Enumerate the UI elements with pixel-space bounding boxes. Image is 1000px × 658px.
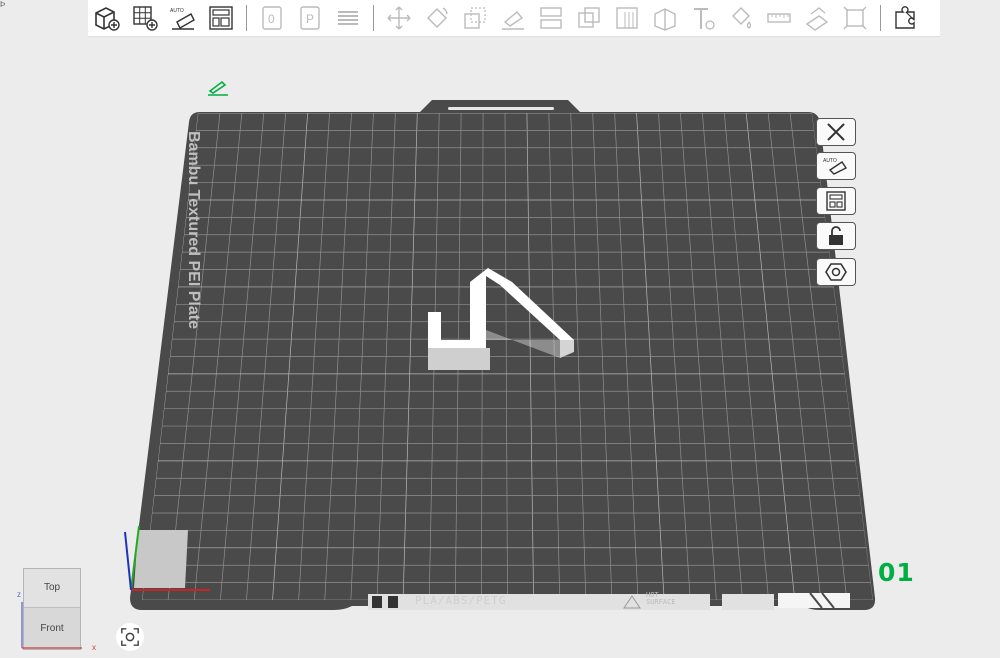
plate-type-label: Bambu Textured PEI Plate (185, 131, 202, 329)
hot-surface-label: HOT SURFACE (646, 591, 676, 606)
plate-corner-marker (134, 530, 188, 588)
auto-orient-plate-button[interactable]: AUTO (816, 152, 856, 180)
focus-icon (121, 628, 139, 646)
svg-text:AUTO: AUTO (823, 158, 837, 164)
build-plate-canvas[interactable] (0, 0, 1000, 658)
remove-plate-button[interactable] (816, 118, 856, 146)
lock-plate-icon (829, 226, 843, 245)
build-plate (130, 100, 876, 610)
filament-type-label: PLA/ABS/PETG (415, 594, 507, 607)
plate-number: 01 (878, 558, 915, 587)
zoom-to-fit-button[interactable] (116, 623, 144, 651)
plate-settings-button[interactable] (816, 258, 856, 286)
arrange-plate-button[interactable] (816, 187, 856, 215)
axis-z-label: z (17, 590, 21, 599)
lock-plate-button[interactable] (816, 222, 856, 250)
arrange-plate-icon (826, 191, 846, 211)
view-axes-gizmo (21, 602, 82, 649)
auto-orient-plate-icon: AUTO (823, 158, 848, 175)
remove-plate-icon (827, 123, 845, 141)
axis-x-label: x (92, 643, 96, 652)
z-axis-line (124, 531, 132, 591)
plate-settings-icon (825, 263, 847, 281)
